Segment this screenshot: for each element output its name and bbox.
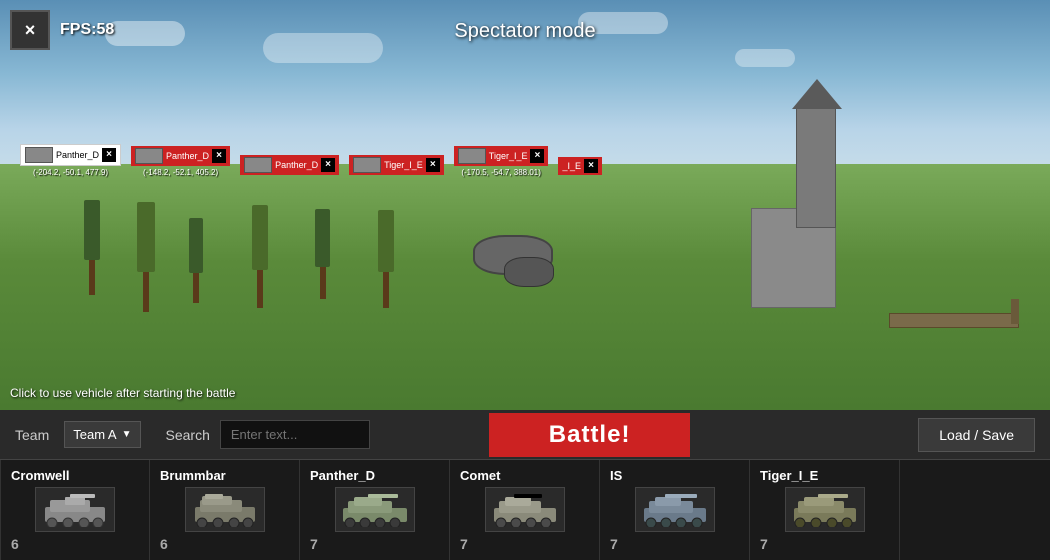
vehicle-slot-is[interactable]: IS 7 (600, 460, 750, 560)
marker-name: Panther_D (166, 151, 209, 161)
vehicle-slot-comet[interactable]: Comet 7 (450, 460, 600, 560)
vehicle-slot-tiger[interactable]: Tiger_I_E 7 (750, 460, 900, 560)
vehicle-marker: _I_E × (558, 157, 602, 177)
marker-close[interactable]: × (584, 159, 598, 173)
marker-name: Panther_D (275, 160, 318, 170)
vehicle-tier: 7 (310, 536, 318, 552)
vehicle-tier: 6 (160, 536, 168, 552)
marker-name: Tiger_I_E (489, 151, 528, 161)
vehicle-name: Panther_D (310, 468, 375, 483)
ground-bg (0, 164, 1050, 410)
vehicle-tier: 7 (610, 536, 618, 552)
rock (504, 257, 554, 287)
vehicle-icon (335, 487, 415, 532)
vehicle-slot-panther-d[interactable]: Panther_D 7 (300, 460, 450, 560)
vehicle-name: Brummbar (160, 468, 226, 483)
tank-image (340, 492, 410, 527)
vehicle-icon (35, 487, 115, 532)
tank-image (790, 492, 860, 527)
vehicle-marker: Tiger_I_E × (-170.5, -54.7, 388.01) (454, 146, 549, 177)
vehicle-name: Tiger_I_E (760, 468, 818, 483)
team-select[interactable]: Team A ▼ (64, 421, 140, 448)
vehicle-marker: Panther_D × (-148.2, -52.1, 405.2) (131, 146, 230, 177)
search-input[interactable] (220, 420, 370, 449)
marker-tag: Panther_D × (240, 155, 339, 175)
cloud (105, 21, 185, 46)
tree (137, 202, 155, 312)
close-button[interactable]: × (10, 10, 50, 50)
close-icon: × (25, 20, 36, 41)
marker-close[interactable]: × (212, 149, 226, 163)
marker-close[interactable]: × (530, 149, 544, 163)
vehicle-marker: Panther_D × (-204.2, -50.1, 477.9) (20, 144, 121, 177)
tank-image (640, 492, 710, 527)
vehicle-icon (785, 487, 865, 532)
vehicle-tier: 7 (460, 536, 468, 552)
vehicle-name: IS (610, 468, 622, 483)
tree (378, 210, 394, 308)
tank-thumbnail (353, 157, 381, 173)
tank-image (40, 492, 110, 527)
vehicle-icon (635, 487, 715, 532)
spectator-mode-title: Spectator mode (454, 20, 595, 43)
marker-name: _I_E (562, 161, 581, 171)
marker-name: Tiger_I_E (384, 160, 423, 170)
marker-close[interactable]: × (102, 148, 116, 162)
controls-bar: Team Team A ▼ Search Battle! Load / Save (0, 410, 1050, 460)
tank-image (190, 492, 260, 527)
vehicle-name: Cromwell (11, 468, 70, 483)
marker-tag: Tiger_I_E × (454, 146, 549, 166)
bottom-panel: Team Team A ▼ Search Battle! Load / Save… (0, 410, 1050, 560)
marker-coords: (-148.2, -52.1, 405.2) (143, 168, 218, 177)
team-label: Team (15, 427, 49, 443)
marker-tag: _I_E × (558, 157, 602, 175)
top-left-ui: × FPS:58 (10, 10, 114, 50)
vehicle-markers-container: Panther_D × (-204.2, -50.1, 477.9) Panth… (0, 144, 1050, 177)
vehicle-marker: Panther_D × (240, 155, 339, 177)
fps-counter: FPS:58 (60, 21, 114, 39)
tree (189, 218, 203, 303)
cloud (263, 33, 383, 63)
bridge (889, 313, 1019, 328)
vehicle-list: Cromwell 6 Brummbar (0, 460, 1050, 560)
load-save-button[interactable]: Load / Save (918, 418, 1035, 452)
tree (252, 205, 268, 308)
click-hint: Click to use vehicle after starting the … (10, 386, 235, 400)
marker-close[interactable]: × (426, 158, 440, 172)
marker-tag: Panther_D × (20, 144, 121, 166)
tank-thumbnail (458, 148, 486, 164)
tank-thumbnail (25, 147, 53, 163)
vehicle-name: Comet (460, 468, 500, 483)
game-viewport: × FPS:58 Spectator mode Panther_D × (-20… (0, 0, 1050, 410)
vehicle-tier: 6 (11, 536, 19, 552)
vehicle-slot-cromwell[interactable]: Cromwell 6 (0, 460, 150, 560)
chevron-down-icon: ▼ (122, 429, 132, 440)
cloud (735, 49, 795, 67)
tank-thumbnail (244, 157, 272, 173)
marker-name: Panther_D (56, 150, 99, 160)
marker-coords: (-170.5, -54.7, 388.01) (461, 168, 541, 177)
bridge-post (1011, 299, 1019, 324)
vehicle-icon (485, 487, 565, 532)
vehicle-marker: Tiger_I_E × (349, 155, 444, 177)
tank-image (490, 492, 560, 527)
marker-tag: Panther_D × (131, 146, 230, 166)
battle-button[interactable]: Battle! (489, 413, 691, 457)
tree (315, 209, 330, 299)
marker-close[interactable]: × (321, 158, 335, 172)
vehicle-slot-brummbar[interactable]: Brummbar 6 (150, 460, 300, 560)
tree (84, 200, 100, 295)
search-label: Search (166, 427, 210, 443)
marker-tag: Tiger_I_E × (349, 155, 444, 175)
vehicle-icon (185, 487, 265, 532)
tank-thumbnail (135, 148, 163, 164)
vehicle-tier: 7 (760, 536, 768, 552)
team-value: Team A (73, 427, 116, 442)
marker-coords: (-204.2, -50.1, 477.9) (33, 168, 108, 177)
